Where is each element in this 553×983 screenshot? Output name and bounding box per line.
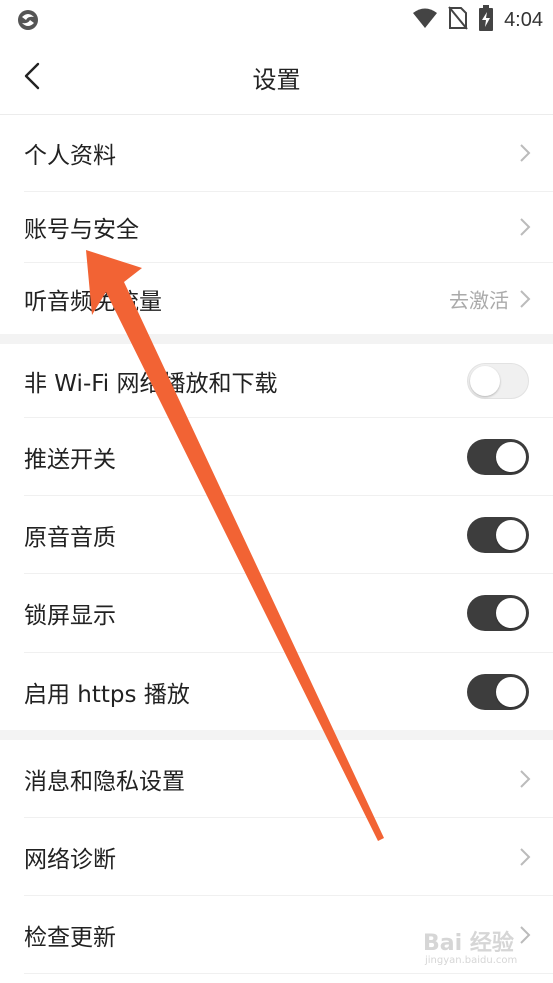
settings-item-label: 网络诊断 <box>24 846 116 873</box>
no-sim-icon <box>448 6 468 34</box>
settings-item-privacy[interactable]: 消息和隐私设置 <box>0 740 553 818</box>
battery-charging-icon <box>478 5 494 35</box>
settings-item-label: 听音频免流量 <box>24 288 162 315</box>
chevron-right-icon <box>520 769 531 788</box>
group-divider <box>0 730 553 740</box>
push-toggle[interactable] <box>467 438 529 475</box>
settings-item-label: 账号与安全 <box>24 217 139 243</box>
https-toggle[interactable] <box>467 673 529 710</box>
watermark-text: Bai 经验 <box>423 931 514 956</box>
settings-item-label: 消息和隐私设置 <box>24 768 185 795</box>
nav-header: 设置 <box>0 40 553 115</box>
settings-item-push: 推送开关 <box>0 418 553 496</box>
toggle-knob <box>496 441 526 472</box>
non-wifi-toggle[interactable] <box>467 362 529 399</box>
baidu-jingyan-watermark: Bai 经验 jingyan.baidu.com <box>423 925 533 970</box>
activate-link[interactable]: 去激活 <box>449 284 509 313</box>
settings-item-label: 锁屏显示 <box>24 603 116 629</box>
settings-item-label: 非 Wi-Fi 网络播放和下载 <box>24 370 278 397</box>
settings-item-label: 检查更新 <box>24 924 116 951</box>
status-time: 4:04 <box>504 8 543 31</box>
wifi-icon <box>412 7 438 33</box>
lock-screen-toggle[interactable] <box>467 595 529 631</box>
chevron-right-icon <box>520 144 531 162</box>
settings-item-label: 个人资料 <box>24 143 116 169</box>
toggle-knob <box>470 365 500 396</box>
chevron-right-icon <box>520 218 531 236</box>
settings-screen: 4:04 设置 个人资料 账号与安全 听音频免流量 去激活 非 Wi-Fi 网络… <box>0 0 553 983</box>
settings-item-label: 启用 https 播放 <box>24 681 190 708</box>
settings-item-lock-screen: 锁屏显示 <box>0 574 553 653</box>
settings-item-network-diagnosis[interactable]: 网络诊断 <box>0 818 553 896</box>
settings-item-profile[interactable]: 个人资料 <box>0 115 553 192</box>
original-quality-toggle[interactable] <box>467 516 529 553</box>
settings-item-https: 启用 https 播放 <box>0 653 553 730</box>
settings-item-account-security[interactable]: 账号与安全 <box>0 192 553 263</box>
settings-item-original-quality: 原音音质 <box>0 496 553 574</box>
chevron-right-icon <box>520 847 531 866</box>
chevron-right-icon <box>520 289 531 308</box>
settings-item-free-data[interactable]: 听音频免流量 去激活 <box>0 263 553 334</box>
settings-item-label: 推送开关 <box>24 446 116 473</box>
toggle-knob <box>496 598 526 628</box>
app-logo-icon <box>16 8 40 32</box>
page-title: 设置 <box>252 66 301 94</box>
status-icons: 4:04 <box>412 4 543 36</box>
toggle-knob <box>496 676 526 707</box>
settings-item-non-wifi: 非 Wi-Fi 网络播放和下载 <box>0 344 553 418</box>
settings-item-label: 原音音质 <box>24 524 116 551</box>
group-divider <box>0 334 553 344</box>
watermark-url: jingyan.baidu.com <box>425 955 518 966</box>
status-bar: 4:04 <box>0 0 553 40</box>
toggle-knob <box>496 519 526 550</box>
